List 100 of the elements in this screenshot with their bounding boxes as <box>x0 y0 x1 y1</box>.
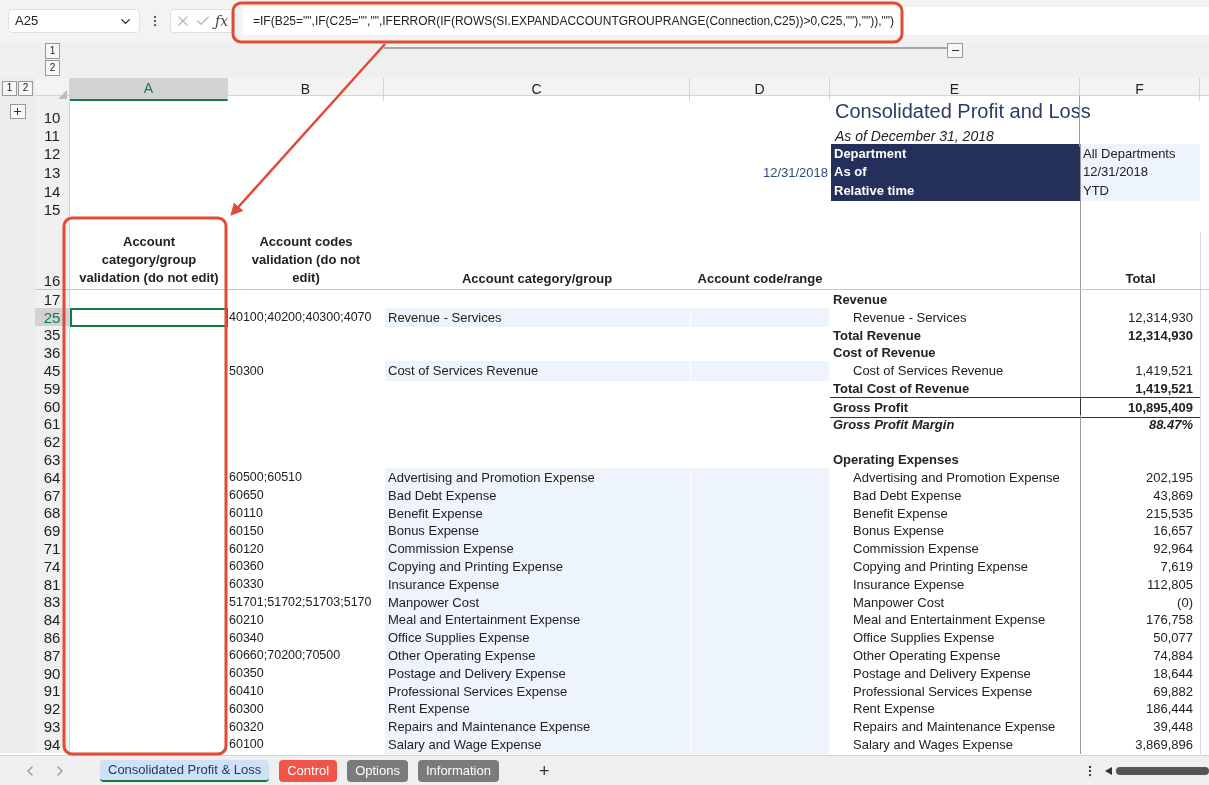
name-box[interactable]: A25 <box>8 9 140 33</box>
column-header[interactable]: E <box>830 78 1080 101</box>
table-cell-text: Copying and Printing Expense <box>852 557 1029 576</box>
horizontal-scrollbar[interactable] <box>1116 766 1209 775</box>
table-cell-text: 60120 <box>229 540 264 558</box>
sheet-tab[interactable]: Consolidated Profit & Loss <box>100 759 270 782</box>
table-cell-text: Revenue <box>832 291 889 309</box>
table-cell-text: Operating Expenses <box>832 451 960 470</box>
table-cell-text: 60340 <box>229 629 264 647</box>
column-header[interactable]: D <box>690 78 830 101</box>
column-heading: Total <box>1125 269 1156 288</box>
row-header[interactable]: 10 <box>35 96 70 126</box>
row-header[interactable]: 15 <box>35 200 70 218</box>
table-cell: (0) <box>1080 592 1200 613</box>
outline-level-button[interactable]: 2 <box>45 60 60 76</box>
table-cell: 18,644 <box>1080 663 1200 684</box>
table-cell-text: 60150 <box>229 522 264 540</box>
row-header[interactable]: 11 <box>35 126 70 144</box>
column-header[interactable]: C <box>384 78 690 101</box>
table-cell: 176,758 <box>1080 610 1200 630</box>
add-sheet-button[interactable]: + <box>539 761 550 780</box>
table-cell-text: Benefit Expense <box>852 504 949 523</box>
table-cell-text: 60650 <box>229 487 264 505</box>
column-heading: Account category/group <box>461 269 613 288</box>
table-cell-text: 60500;60510 <box>229 469 302 487</box>
table-cell-text: 50300 <box>229 362 264 380</box>
table-cell-text: Insurance Expense <box>852 575 966 594</box>
date-value: 12/31/2018 <box>762 163 828 182</box>
sheet-tab[interactable]: Options <box>347 759 408 782</box>
column-heading: Account codes validation (do not edit) <box>250 233 362 287</box>
table-cell-text: 60660;70200;70500 <box>229 647 341 665</box>
outline-level-button[interactable]: 1 <box>2 80 17 96</box>
table-cell: Office Supplies Expense <box>385 628 690 648</box>
table-cell-text: Repairs and Maintenance Expense <box>852 718 1057 737</box>
parameter-value[interactable]: YTD <box>1080 181 1200 202</box>
table-cell: Insurance Expense <box>385 574 690 595</box>
table-cell: 16,657 <box>1080 521 1200 541</box>
outline-level-button[interactable]: 2 <box>18 80 33 96</box>
table-cell-text: Professional Services Expense <box>852 682 1034 701</box>
table-cell-text: Revenue - Services <box>852 308 968 327</box>
table-cell-text: 51701;51702;51703;5170 <box>229 593 372 611</box>
table-cell: Advertising and Promotion Expense <box>385 467 690 488</box>
table-cell: Salary and Wage Expense <box>385 734 690 755</box>
table-cell: 215,535 <box>1080 503 1200 524</box>
table-cell: 50,077 <box>1080 628 1200 648</box>
parameter-label: As of <box>831 162 1080 183</box>
table-cell: Postage and Delivery Expense <box>385 663 690 684</box>
scroll-left-icon[interactable] <box>1105 766 1112 775</box>
collapse-button[interactable] <box>947 43 963 58</box>
table-cell: 92,964 <box>1080 539 1200 559</box>
table-cell-text: Advertising and Promotion Expense <box>852 468 1061 487</box>
table-cell: 3,869,896 <box>1080 734 1200 755</box>
sheet-tab[interactable]: Information <box>417 759 499 782</box>
table-cell: 1,419,521 <box>1080 379 1200 399</box>
table-cell-text: 60100 <box>229 736 264 754</box>
column-header[interactable]: A <box>70 78 228 101</box>
table-cell-text: Salary and Wages Expense <box>852 735 1014 754</box>
outline-level-button[interactable]: 1 <box>45 43 60 59</box>
table-cell: 43,869 <box>1080 485 1200 506</box>
table-cell: Meal and Entertainment Expense <box>385 610 690 630</box>
table-cell-text: 60110 <box>229 504 263 522</box>
table-cell-text: 60350 <box>229 665 264 683</box>
table-cell-text: Bonus Expense <box>852 522 946 541</box>
table-cell-text: Cost of Services Revenue <box>852 362 1005 381</box>
table-cell: 112,805 <box>1080 574 1200 595</box>
row-header[interactable]: 13 <box>35 162 70 181</box>
table-cell: 74,884 <box>1080 645 1200 666</box>
table-cell-text: Cost of Revenue <box>832 344 937 363</box>
table-cell-text: 40100;40200;40300;4070 <box>229 309 372 327</box>
column-heading: Account code/range <box>697 269 823 288</box>
formula-field[interactable]: =IF(B25="",IF(C25="","",IFERROR(IF(ROWS(SI.EXPANDACCOUNTGROUPRANGE(Connection,C25))>0,C25,""),"")),"") <box>243 7 1209 35</box>
table-cell: Gross Profit <box>830 396 1080 419</box>
table-cell: Revenue - Services <box>385 307 690 328</box>
parameter-label: Department <box>831 144 1080 165</box>
table-cell-text: 60330 <box>229 576 264 594</box>
column-header[interactable]: B <box>228 78 384 101</box>
table-cell: 10,895,409 <box>1080 396 1200 419</box>
selected-cell[interactable] <box>70 307 228 328</box>
table-cell: 202,195 <box>1080 467 1200 488</box>
parameter-value[interactable]: All Departments <box>1080 144 1200 165</box>
table-cell-text: 60320 <box>229 718 264 736</box>
parameter-label: Relative time <box>831 181 1080 202</box>
table-cell-text: Total Cost of Revenue <box>832 380 971 398</box>
column-header[interactable]: F <box>1080 78 1200 101</box>
expand-button[interactable] <box>9 104 26 119</box>
table-cell: 186,444 <box>1080 699 1200 719</box>
row-header[interactable]: 12 <box>35 144 70 162</box>
table-cell: 12,314,930 <box>1080 307 1200 328</box>
table-cell-text: Postage and Delivery Expense <box>852 664 1032 683</box>
table-cell: Repairs and Maintenance Expense <box>385 717 690 737</box>
table-cell: 7,619 <box>1080 556 1200 577</box>
table-cell-text: Office Supplies Expense <box>852 629 996 648</box>
table-cell-text: Total Revenue <box>832 326 922 345</box>
table-cell-text: Manpower Cost <box>852 593 946 612</box>
row-header[interactable]: 14 <box>35 181 70 200</box>
table-cell-text: 60300 <box>229 700 264 718</box>
table-cell: Copying and Printing Expense <box>385 556 690 577</box>
report-title: Consolidated Profit and Loss <box>835 99 1091 124</box>
parameter-value[interactable]: 12/31/2018 <box>1080 162 1200 183</box>
table-cell: 39,448 <box>1080 717 1200 737</box>
